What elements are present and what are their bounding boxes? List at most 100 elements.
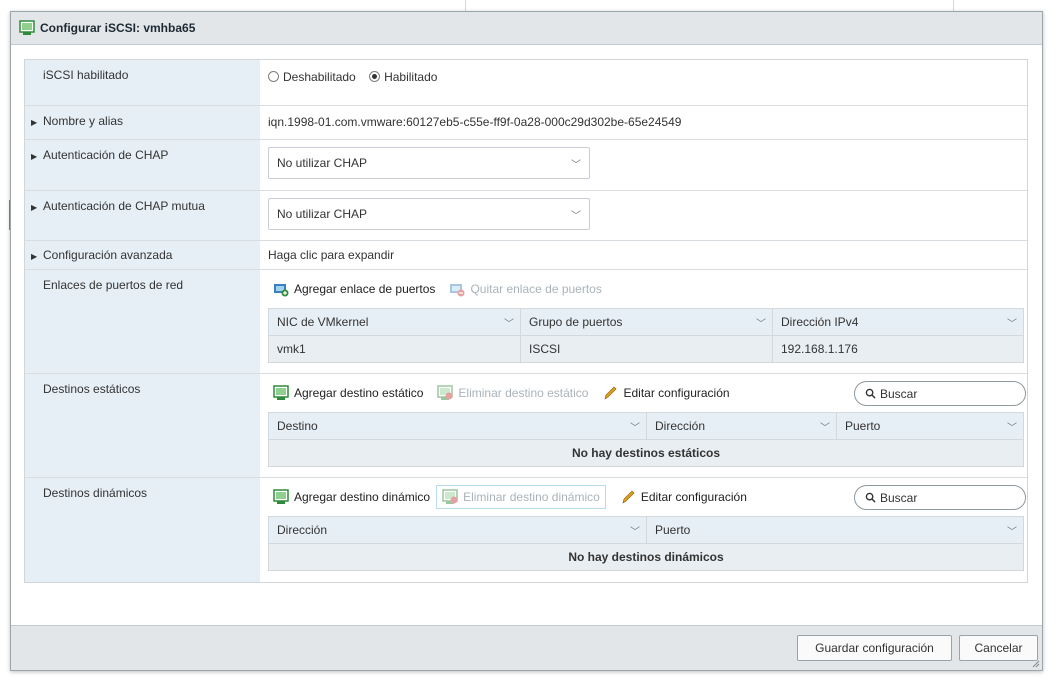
search-icon <box>865 492 876 503</box>
expand-triangle-icon: ▶ <box>31 152 38 161</box>
row-name-alias: ▶ Nombre y alias iqn.1998-01.com.vmware:6… <box>25 106 1027 140</box>
expand-advanced[interactable]: ▶ Configuración avanzada <box>25 241 260 269</box>
column-header-label: Dirección <box>277 523 328 537</box>
network-add-icon <box>274 284 289 297</box>
label-iscsi-enabled: iSCSI habilitado <box>25 60 260 105</box>
add-static-target-button[interactable]: Agregar destino estático <box>273 385 423 401</box>
settings-table: iSCSI habilitado Deshabilitado Habilitad… <box>24 59 1028 583</box>
edit-dynamic-settings-button[interactable]: Editar configuración <box>620 489 747 505</box>
static-search-input[interactable]: Buscar <box>854 381 1026 406</box>
save-button[interactable]: Guardar configuración <box>797 635 952 661</box>
column-header-label: NIC de VMkernel <box>277 315 369 329</box>
radio-enabled-label: Habilitado <box>384 70 438 84</box>
port-bindings-grid: NIC de VMkernel ﹀ Grupo de puertos ﹀ Direc… <box>268 308 1024 363</box>
background-divider <box>953 0 954 11</box>
pencil-icon <box>605 386 617 400</box>
edit-static-settings-button[interactable]: Editar configuración <box>602 385 730 401</box>
column-header[interactable]: Puerto ﹀ <box>647 517 1023 543</box>
advanced-expand-hint[interactable]: Haga clic para expandir <box>260 241 1027 269</box>
dynamic-targets-grid: Dirección ﹀ Puerto ﹀ No hay destinos dinám… <box>268 516 1024 571</box>
chevron-down-icon: ﹀ <box>504 318 514 330</box>
add-dynamic-target-button[interactable]: Agregar destino dinámico <box>273 489 430 505</box>
edit-static-settings-label: Editar configuración <box>623 386 730 400</box>
background-divider <box>465 0 466 11</box>
cell-port-group: ISCSI <box>521 336 773 362</box>
grid-header: NIC de VMkernel ﹀ Grupo de puertos ﹀ Direc… <box>269 309 1023 336</box>
cell-ipv4: 192.168.1.176 <box>781 342 858 356</box>
chevron-down-icon: ﹀ <box>1007 318 1017 330</box>
column-header[interactable]: Dirección ﹀ <box>647 413 837 439</box>
empty-message: No hay destinos estáticos <box>571 446 721 460</box>
chap-select-value: No utilizar CHAP <box>277 156 368 170</box>
column-header[interactable]: Dirección IPv4 ﹀ <box>773 309 1023 335</box>
row-dynamic-targets: Destinos dinámicos Agregar destino dinám… <box>25 478 1027 582</box>
expand-triangle-icon: ▶ <box>31 118 38 127</box>
resize-grip-icon[interactable] <box>1032 660 1040 668</box>
add-port-binding-label: Agregar enlace de puertos <box>294 282 436 296</box>
row-static-targets: Destinos estáticos Agregar destino estát… <box>25 374 1027 478</box>
port-bindings-toolbar: Agregar enlace de puertos Quitar enlace … <box>268 276 1024 302</box>
remove-dynamic-target-button[interactable]: Eliminar destino dinámico <box>436 485 606 509</box>
dialog-titlebar: Configurar iSCSI: vmhba65 <box>11 12 1042 45</box>
remove-static-target-button[interactable]: Eliminar destino estático <box>437 385 588 401</box>
target-add-icon <box>273 385 289 400</box>
mutual-chap-select-value: No utilizar CHAP <box>277 207 368 221</box>
column-header[interactable]: Puerto ﹀ <box>837 413 1023 439</box>
add-port-binding-button[interactable]: Agregar enlace de puertos <box>273 281 435 297</box>
chevron-down-icon: ﹀ <box>571 210 581 222</box>
row-advanced: ▶ Configuración avanzada Haga clic para e… <box>25 241 1027 270</box>
expand-triangle-icon: ▶ <box>31 203 38 212</box>
grid-header: Dirección ﹀ Puerto ﹀ <box>269 517 1023 544</box>
column-header-label: Dirección <box>655 419 706 433</box>
column-header[interactable]: Destino ﹀ <box>269 413 647 439</box>
target-add-icon <box>273 489 289 504</box>
column-header-label: Puerto <box>655 523 691 537</box>
label-port-bindings: Enlaces de puertos de red <box>25 270 260 373</box>
chevron-down-icon: ﹀ <box>571 159 581 171</box>
radio-selected-icon <box>369 71 381 82</box>
add-static-target-label: Agregar destino estático <box>294 386 424 400</box>
label-dynamic-targets: Destinos dinámicos <box>25 478 260 582</box>
chevron-down-icon: ﹀ <box>630 526 640 538</box>
column-header[interactable]: Dirección ﹀ <box>269 517 647 543</box>
target-remove-icon <box>442 489 458 504</box>
empty-row: No hay destinos estáticos <box>269 440 1023 466</box>
remove-dynamic-target-label: Eliminar destino dinámico <box>463 490 600 504</box>
expand-name-alias[interactable]: ▶ Nombre y alias <box>25 106 260 139</box>
label-static-targets: Destinos estáticos <box>25 374 260 477</box>
column-header-label: Dirección IPv4 <box>781 315 859 329</box>
label-name-alias: Nombre y alias <box>43 114 124 128</box>
dynamic-search-input[interactable]: Buscar <box>854 485 1026 510</box>
expand-mutual-chap[interactable]: ▶ Autenticación de CHAP mutua <box>25 191 260 240</box>
edit-dynamic-settings-label: Editar configuración <box>640 490 747 504</box>
table-row[interactable]: vmk1 ISCSI 192.168.1.176 <box>269 336 1023 362</box>
radio-disabled-label: Deshabilitado <box>283 70 356 84</box>
iqn-value: iqn.1998-01.com.vmware:60127eb5-c55e-ff9… <box>268 115 682 129</box>
row-iscsi-enabled: iSCSI habilitado Deshabilitado Habilitad… <box>25 60 1027 106</box>
expand-triangle-icon: ▶ <box>31 252 38 261</box>
row-port-bindings: Enlaces de puertos de red Agregar enlace… <box>25 270 1027 374</box>
iscsi-config-dialog: Configurar iSCSI: vmhba65 iSCSI habilita… <box>10 11 1043 671</box>
dialog-title: Configurar iSCSI: vmhba65 <box>40 21 196 35</box>
mutual-chap-select[interactable]: No utilizar CHAP ﹀ <box>268 198 590 230</box>
remove-port-binding-button[interactable]: Quitar enlace de puertos <box>449 281 602 297</box>
pencil-icon <box>622 490 635 504</box>
column-header[interactable]: NIC de VMkernel ﹀ <box>269 309 521 335</box>
cell-vmkernel: vmk1 <box>269 336 521 362</box>
row-mutual-chap: ▶ Autenticación de CHAP mutua No utilizar… <box>25 191 1027 241</box>
cancel-button[interactable]: Cancelar <box>959 635 1038 661</box>
column-header[interactable]: Grupo de puertos ﹀ <box>521 309 773 335</box>
iscsi-adapter-icon <box>19 20 35 35</box>
expand-chap[interactable]: ▶ Autenticación de CHAP <box>25 140 260 190</box>
chevron-down-icon: ﹀ <box>756 318 766 330</box>
label-advanced: Configuración avanzada <box>43 248 173 262</box>
chevron-down-icon: ﹀ <box>1007 422 1017 434</box>
grid-header: Destino ﹀ Dirección ﹀ Puerto ﹀ <box>269 413 1023 440</box>
radio-disabled[interactable]: Deshabilitado <box>268 70 356 84</box>
radio-enabled[interactable]: Habilitado <box>369 70 437 84</box>
static-search-placeholder: Buscar <box>880 386 918 401</box>
chevron-down-icon: ﹀ <box>630 422 640 434</box>
chap-select[interactable]: No utilizar CHAP ﹀ <box>268 147 590 179</box>
label-chap: Autenticación de CHAP <box>43 148 169 162</box>
label-mutual-chap: Autenticación de CHAP mutua <box>43 199 205 213</box>
